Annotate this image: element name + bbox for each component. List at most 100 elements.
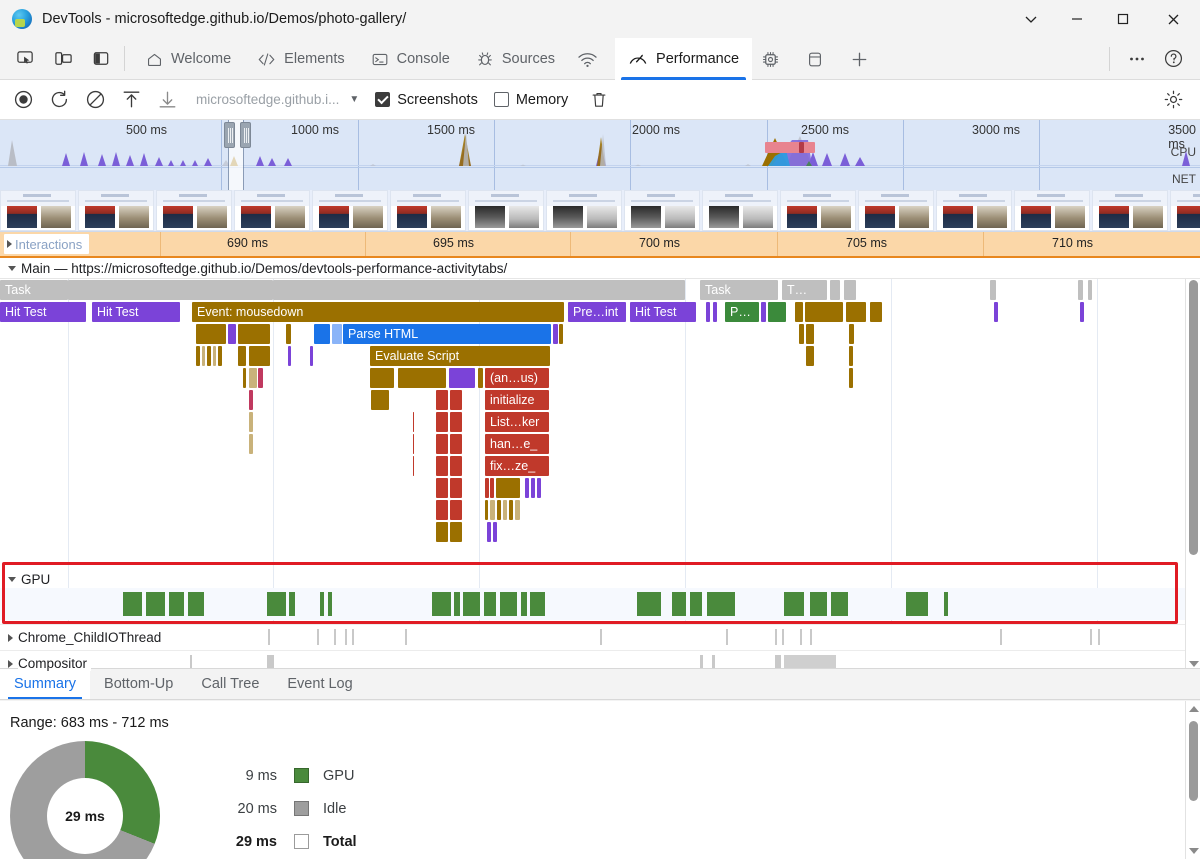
- flame-event-sliver[interactable]: [805, 302, 843, 322]
- flame-event-sliver[interactable]: [218, 346, 222, 366]
- flame-event[interactable]: Evaluate Script: [370, 346, 550, 366]
- flame-event-sliver[interactable]: [509, 500, 513, 520]
- timeline-overview[interactable]: 500 ms 1000 ms 1500 ms 2000 ms 2500 ms 3…: [0, 120, 1200, 190]
- gpu-event-block[interactable]: [906, 592, 928, 616]
- flame-event-sliver[interactable]: [288, 346, 291, 366]
- flame-event-sliver[interactable]: [202, 346, 205, 366]
- device-toolbar-icon[interactable]: [46, 44, 80, 74]
- memory-checkbox[interactable]: Memory: [494, 92, 568, 108]
- tab-performance[interactable]: Performance: [615, 38, 752, 80]
- scrollbar-thumb[interactable]: [1189, 280, 1198, 555]
- flame-event-sliver[interactable]: [490, 478, 494, 498]
- flame-event-sliver[interactable]: [370, 368, 394, 388]
- filmstrip-frame[interactable]: [546, 190, 622, 231]
- flame-event-sliver[interactable]: [436, 500, 448, 520]
- gpu-event-block[interactable]: [188, 592, 204, 616]
- flame-event-sliver[interactable]: [450, 412, 462, 432]
- flame-event-sliver[interactable]: [768, 302, 786, 322]
- gpu-event-block[interactable]: [123, 592, 142, 616]
- track-header-gpu[interactable]: GPU: [0, 569, 1200, 590]
- scroll-down-arrow[interactable]: [1186, 843, 1200, 859]
- flame-event-sliver[interactable]: [398, 368, 446, 388]
- flame-event-sliver[interactable]: [990, 280, 996, 300]
- flame-event-sliver[interactable]: [310, 346, 313, 366]
- flame-event-sliver[interactable]: [286, 324, 291, 344]
- gpu-event-block[interactable]: [530, 592, 545, 616]
- flame-event-sliver[interactable]: [795, 302, 803, 322]
- flame-event-sliver[interactable]: [478, 368, 483, 388]
- more-tabs-plus-icon[interactable]: [841, 38, 878, 80]
- gpu-event-block[interactable]: [672, 592, 686, 616]
- overview-selection-handle-right[interactable]: [240, 122, 251, 148]
- filmstrip-frame[interactable]: [156, 190, 232, 231]
- flame-event[interactable]: P…: [725, 302, 759, 322]
- flame-event-sliver[interactable]: [515, 500, 520, 520]
- flame-event-sliver[interactable]: [314, 324, 330, 344]
- filmstrip-frame[interactable]: [1092, 190, 1168, 231]
- gpu-event-block[interactable]: [784, 592, 804, 616]
- flame-event-sliver[interactable]: [706, 302, 710, 322]
- screenshots-checkbox[interactable]: Screenshots: [375, 92, 478, 108]
- filmstrip-frame[interactable]: [312, 190, 388, 231]
- gpu-event-block[interactable]: [169, 592, 184, 616]
- flame-event-sliver[interactable]: [68, 280, 273, 300]
- gpu-event-block[interactable]: [500, 592, 517, 616]
- flame-event-sliver[interactable]: [806, 324, 814, 344]
- track-header-main[interactable]: Main — https://microsoftedge.github.io/D…: [0, 258, 1200, 279]
- flame-event-sliver[interactable]: [849, 324, 854, 344]
- flame-event-sliver[interactable]: [559, 324, 563, 344]
- flame-event-sliver[interactable]: [273, 280, 685, 300]
- flame-event-sliver[interactable]: [436, 412, 448, 432]
- filmstrip-frame[interactable]: [936, 190, 1012, 231]
- filmstrip[interactable]: [0, 190, 1200, 232]
- flame-event-sliver[interactable]: [413, 456, 414, 476]
- gpu-event-block[interactable]: [944, 592, 948, 616]
- flame-event-sliver[interactable]: [249, 346, 270, 366]
- gpu-event-block[interactable]: [484, 592, 496, 616]
- dock-side-icon[interactable]: [84, 44, 118, 74]
- help-icon[interactable]: [1156, 44, 1190, 74]
- filmstrip-frame[interactable]: [702, 190, 778, 231]
- tab-sources[interactable]: Sources: [463, 38, 568, 80]
- filmstrip-frame[interactable]: [390, 190, 466, 231]
- flame-event-sliver[interactable]: [450, 434, 462, 454]
- flame-event[interactable]: List…ker: [485, 412, 549, 432]
- filmstrip-frame[interactable]: [624, 190, 700, 231]
- flame-event[interactable]: han…e_: [485, 434, 549, 454]
- overview-selection-handle-left[interactable]: [224, 122, 235, 148]
- gpu-event-block[interactable]: [146, 592, 165, 616]
- gpu-event-block[interactable]: [707, 592, 735, 616]
- flame-event-sliver[interactable]: [228, 324, 236, 344]
- tab-event-log[interactable]: Event Log: [273, 669, 366, 699]
- legend-row[interactable]: 9 ms GPU: [215, 759, 357, 792]
- flame-event-sliver[interactable]: [413, 434, 414, 454]
- upload-profile-icon[interactable]: [114, 85, 148, 115]
- flame-event-sliver[interactable]: [496, 478, 520, 498]
- reload-record-icon[interactable]: [42, 85, 76, 115]
- flame-event-sliver[interactable]: [450, 500, 462, 520]
- flame-event-sliver[interactable]: [830, 280, 840, 300]
- flame-event-sliver[interactable]: [531, 478, 535, 498]
- gpu-event-block[interactable]: [267, 592, 286, 616]
- maximize-icon[interactable]: [1100, 0, 1146, 38]
- flame-event-sliver[interactable]: [503, 500, 507, 520]
- close-icon[interactable]: [1146, 0, 1200, 38]
- filmstrip-frame[interactable]: [1014, 190, 1090, 231]
- tab-call-tree[interactable]: Call Tree: [187, 669, 273, 699]
- flame-event-sliver[interactable]: [844, 280, 856, 300]
- chevron-down-icon[interactable]: ▼: [349, 94, 359, 105]
- filmstrip-frame[interactable]: [858, 190, 934, 231]
- flame-event[interactable]: Task: [700, 280, 778, 300]
- flame-event-sliver[interactable]: [849, 346, 853, 366]
- flame-event-sliver[interactable]: [485, 478, 489, 498]
- gpu-event-block[interactable]: [831, 592, 848, 616]
- record-icon[interactable]: [6, 85, 40, 115]
- more-options-icon[interactable]: [1120, 44, 1154, 74]
- tab-console[interactable]: Console: [358, 38, 463, 80]
- flame-vertical-scrollbar[interactable]: [1185, 258, 1200, 672]
- trash-icon[interactable]: [582, 85, 616, 115]
- flame-event-sliver[interactable]: [332, 324, 342, 344]
- flame-event-sliver[interactable]: [249, 412, 253, 432]
- filmstrip-frame[interactable]: [78, 190, 154, 231]
- flame-event-sliver[interactable]: [450, 522, 462, 542]
